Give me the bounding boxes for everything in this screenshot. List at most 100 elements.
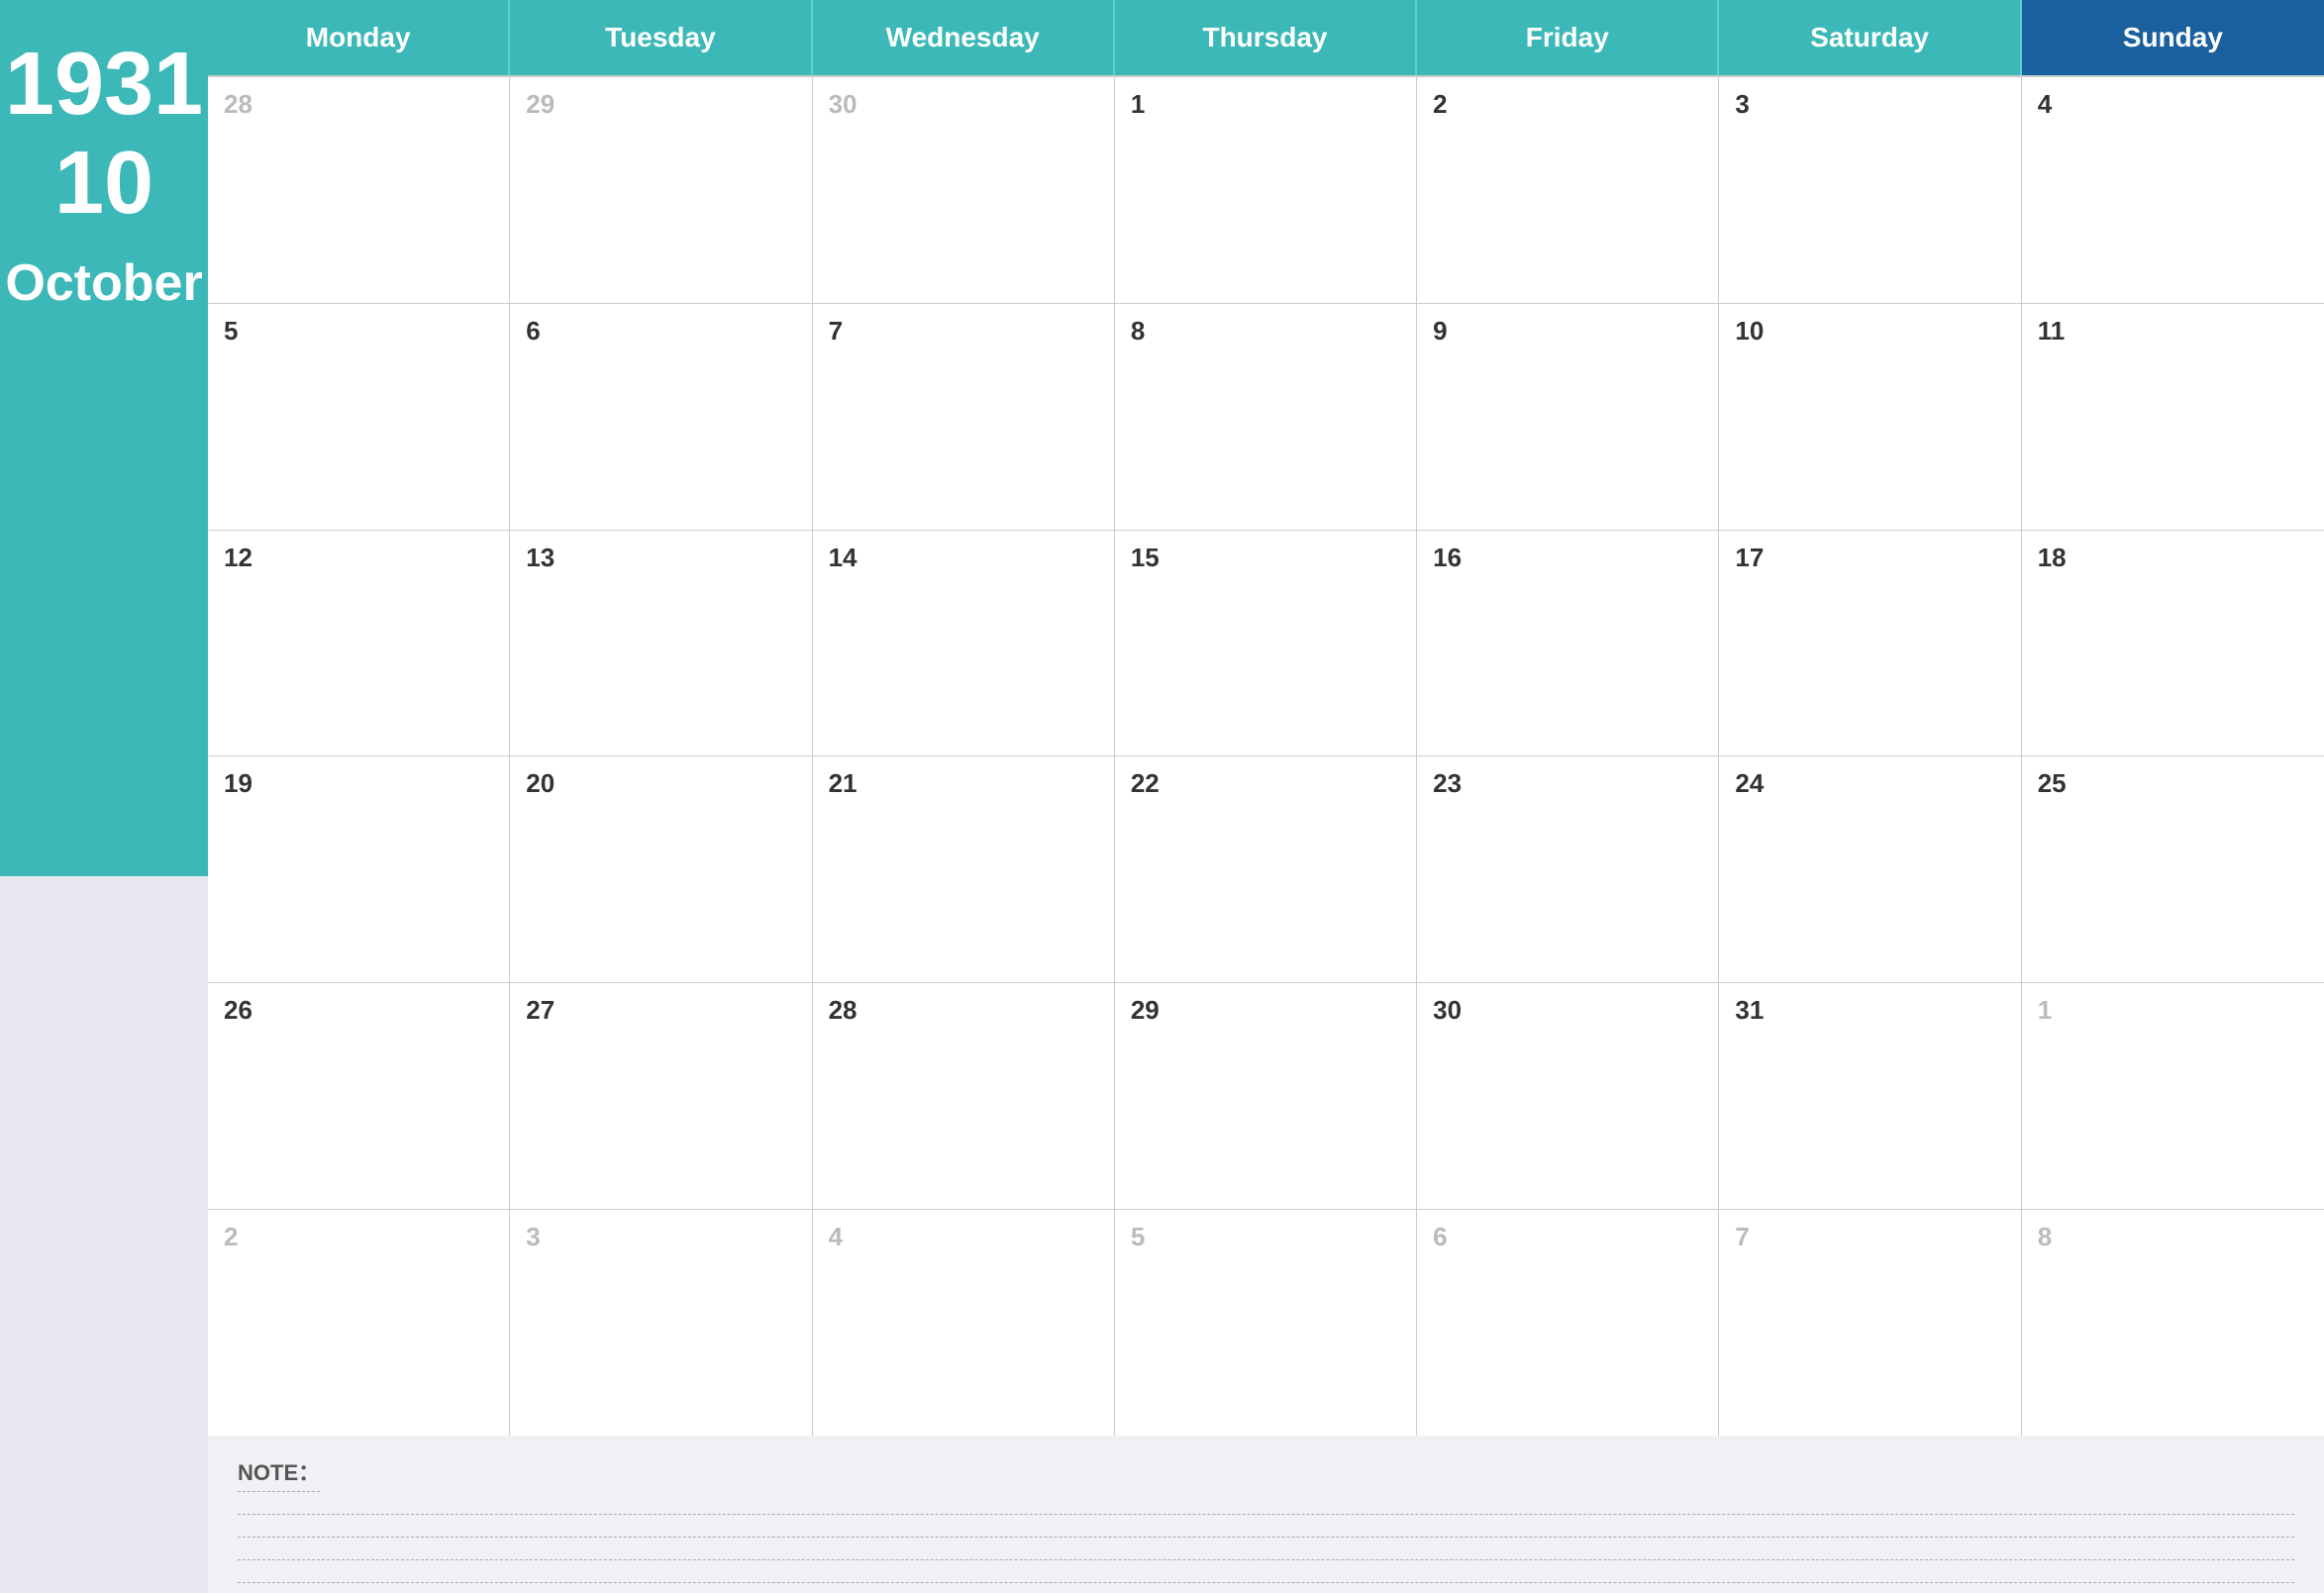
day-header-thursday: Thursday [1115, 0, 1417, 75]
day-cell[interactable]: 17 [1719, 531, 2021, 756]
day-cell[interactable]: 5 [1115, 1210, 1417, 1436]
day-cell[interactable]: 14 [813, 531, 1115, 756]
note-line-3 [238, 1559, 2294, 1560]
note-label: NOTE： [238, 1455, 320, 1492]
day-number: 3 [1735, 89, 1749, 119]
day-number: 22 [1131, 768, 1160, 798]
day-number: 10 [1735, 316, 1764, 346]
week-row-4: 19 20 21 22 23 24 25 [208, 756, 2324, 983]
day-header-monday: Monday [208, 0, 510, 75]
day-number: 5 [224, 316, 238, 346]
day-cell[interactable]: 30 [813, 77, 1115, 303]
day-cell[interactable]: 30 [1417, 983, 1719, 1209]
day-cell[interactable]: 5 [208, 304, 510, 530]
day-cell[interactable]: 6 [510, 304, 812, 530]
year-label: 1931 [5, 40, 203, 129]
calendar-grid: MondayTuesdayWednesdayThursdayFridaySatu… [208, 0, 2324, 1436]
main-content: MondayTuesdayWednesdayThursdayFridaySatu… [208, 0, 2324, 1593]
day-cell[interactable]: 7 [1719, 1210, 2021, 1436]
day-number: 6 [1433, 1222, 1447, 1251]
week-row-1: 28 29 30 1 2 3 4 [208, 77, 2324, 304]
day-number: 30 [1433, 995, 1462, 1025]
day-number: 31 [1735, 995, 1764, 1025]
week-row-3: 12 13 14 15 1617 18 [208, 531, 2324, 757]
day-number: 25 [2038, 768, 2067, 798]
day-cell[interactable]: 1 [1115, 77, 1417, 303]
day-number: 4 [829, 1222, 843, 1251]
day-number: 15 [1131, 543, 1160, 572]
day-number: 20 [526, 768, 555, 798]
day-number: 19 [224, 768, 253, 798]
day-header-saturday: Saturday [1719, 0, 2021, 75]
day-number: 7 [1735, 1222, 1749, 1251]
day-cell[interactable]: 10 [1719, 304, 2021, 530]
day-number: 26 [224, 995, 253, 1025]
day-cell[interactable]: 2 [208, 1210, 510, 1436]
day-number: 7 [829, 316, 843, 346]
day-cell[interactable]: 18 [2022, 531, 2324, 756]
day-number: 11 [2038, 316, 2066, 346]
day-cell[interactable]: 15 [1115, 531, 1417, 756]
day-cell[interactable]: 7 [813, 304, 1115, 530]
day-number: 30 [829, 89, 858, 119]
day-cell[interactable]: 25 [2022, 756, 2324, 982]
day-number: 21 [829, 768, 858, 798]
day-number: 1 [1131, 89, 1145, 119]
day-number: 2 [1433, 89, 1447, 119]
day-number: 8 [1131, 316, 1145, 346]
day-headers-row: MondayTuesdayWednesdayThursdayFridaySatu… [208, 0, 2324, 77]
day-cell[interactable]: 13 [510, 531, 812, 756]
day-cell[interactable]: 29 [510, 77, 812, 303]
week-row-5: 26 27 28 29 30 31 1 [208, 983, 2324, 1210]
day-number: 24 [1735, 768, 1764, 798]
note-line-4 [238, 1582, 2294, 1583]
day-number: 29 [526, 89, 555, 119]
day-cell[interactable]: 11 [2022, 304, 2324, 530]
day-cell[interactable]: 27 [510, 983, 812, 1209]
day-cell[interactable]: 9 [1417, 304, 1719, 530]
day-header-friday: Friday [1417, 0, 1719, 75]
day-cell[interactable]: 3 [510, 1210, 812, 1436]
day-cell[interactable]: 6 [1417, 1210, 1719, 1436]
day-cell[interactable]: 28 [813, 983, 1115, 1209]
calendar-page: 1931 10 October MondayTuesdayWednesdayTh… [0, 0, 2324, 1593]
day-cell[interactable]: 22 [1115, 756, 1417, 982]
day-cell[interactable]: 26 [208, 983, 510, 1209]
day-cell[interactable]: 8 [1115, 304, 1417, 530]
notes-section: NOTE： [208, 1436, 2324, 1593]
day-number: 28 [829, 995, 858, 1025]
day-cell[interactable]: 20 [510, 756, 812, 982]
day-cell[interactable]: 29 [1115, 983, 1417, 1209]
day-number: 2 [224, 1222, 238, 1251]
day-cell[interactable]: 23 [1417, 756, 1719, 982]
day-cell[interactable]: 1 [2022, 983, 2324, 1209]
day-number: 23 [1433, 768, 1462, 798]
day-cell[interactable]: 4 [2022, 77, 2324, 303]
day-header-wednesday: Wednesday [813, 0, 1115, 75]
day-cell[interactable]: 8 [2022, 1210, 2324, 1436]
month-number-label: 10 [54, 139, 153, 228]
day-number: 1 [2038, 995, 2052, 1025]
day-cell[interactable]: 24 [1719, 756, 2021, 982]
day-number: 3 [526, 1222, 540, 1251]
day-header-tuesday: Tuesday [510, 0, 812, 75]
day-cell[interactable]: 28 [208, 77, 510, 303]
day-cell[interactable]: 4 [813, 1210, 1115, 1436]
week-row-6: 2 3 4 5 6 7 8 [208, 1210, 2324, 1436]
note-line-2 [238, 1537, 2294, 1538]
day-number: 9 [1433, 316, 1447, 346]
day-number: 13 [526, 543, 555, 572]
day-number: 28 [224, 89, 253, 119]
day-number: 14 [829, 543, 858, 572]
day-number: 5 [1131, 1222, 1145, 1251]
day-cell[interactable]: 2 [1417, 77, 1719, 303]
day-number: 29 [1131, 995, 1160, 1025]
day-cell[interactable]: 16 [1417, 531, 1719, 756]
day-number: 18 [2038, 543, 2067, 572]
day-cell[interactable]: 21 [813, 756, 1115, 982]
day-cell[interactable]: 19 [208, 756, 510, 982]
weeks-container: 2829301234567891011121314151617181920212… [208, 77, 2324, 1436]
day-cell[interactable]: 12 [208, 531, 510, 756]
day-cell[interactable]: 31 [1719, 983, 2021, 1209]
day-cell[interactable]: 3 [1719, 77, 2021, 303]
